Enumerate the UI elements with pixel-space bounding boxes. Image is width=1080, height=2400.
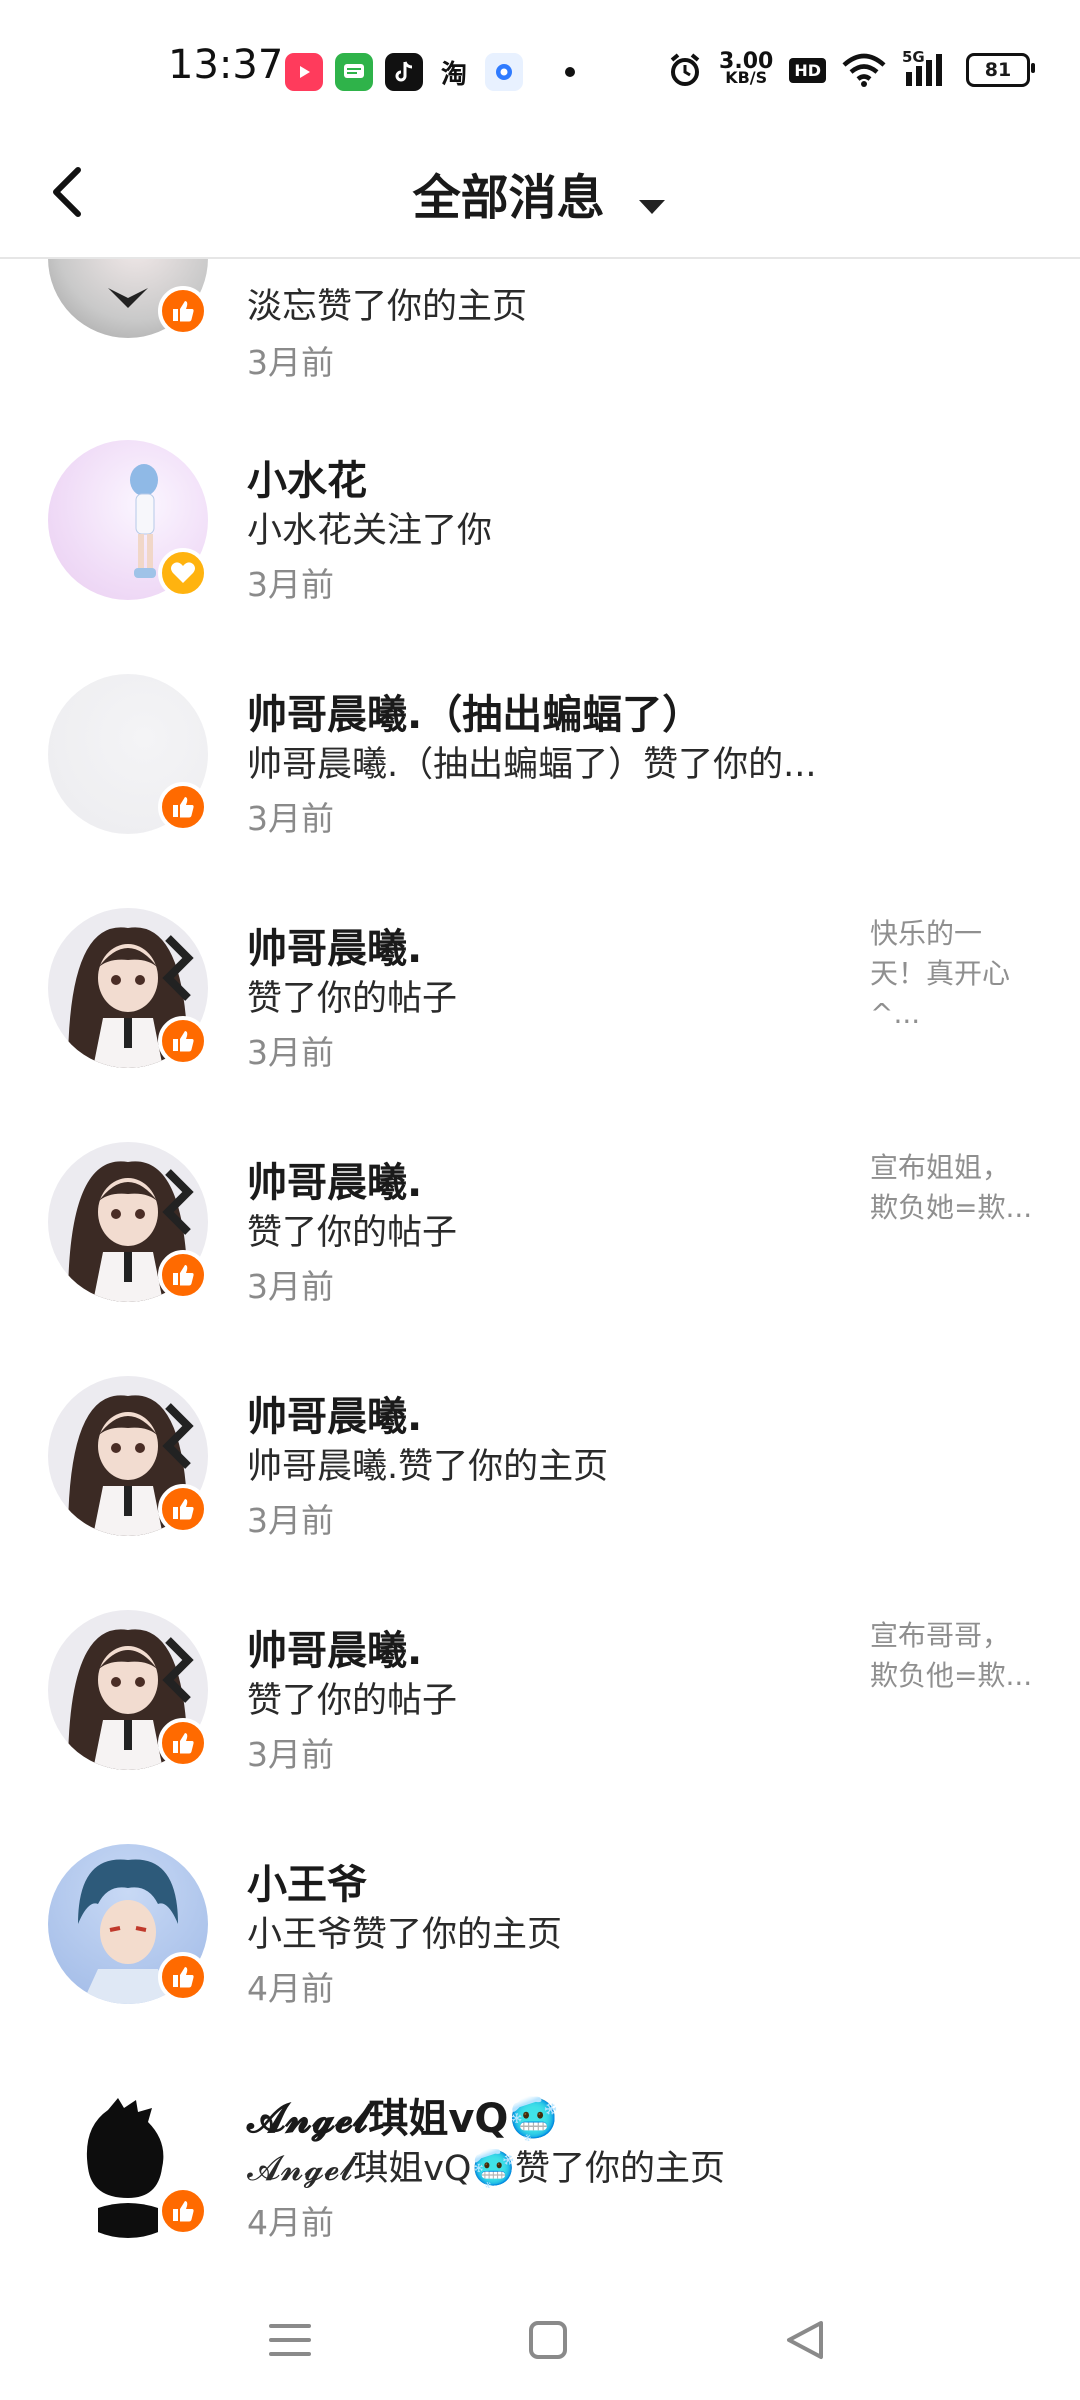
notification-item[interactable]: 小水花 小水花关注了你 3月前 <box>0 440 1080 674</box>
system-nav-bar <box>0 2280 1080 2400</box>
like-badge <box>158 782 208 832</box>
notification-time: 4月前 <box>247 1969 334 2008</box>
notification-time: 3月前 <box>247 343 334 382</box>
tiktok-icon <box>385 53 423 91</box>
like-badge <box>158 1718 208 1768</box>
notification-item[interactable]: 帅哥晨曦. 赞了你的帖子 3月前 宣布姐姐，欺负她=欺... <box>0 1142 1080 1376</box>
thumbs-up-icon <box>173 1031 194 1052</box>
notification-desc: 小王爷赞了你的主页 <box>247 1915 563 1955</box>
notification-item[interactable]: 帅哥晨曦. 赞了你的帖子 3月前 宣布哥哥，欺负他=欺... <box>0 1610 1080 1844</box>
notification-desc: 赞了你的帖子 <box>247 1213 458 1253</box>
youtube-icon <box>285 53 323 91</box>
notification-time: 3月前 <box>247 1735 334 1774</box>
home-button[interactable] <box>513 2305 583 2375</box>
notification-desc: 帅哥晨曦.（抽出蝙蝠了）赞了你的... <box>247 745 817 785</box>
notification-name: 小王爷 <box>247 1862 367 1908</box>
home-icon <box>529 2321 567 2359</box>
messages-icon <box>335 53 373 91</box>
notification-item[interactable]: 小王爷 小王爷赞了你的主页 4月前 <box>0 1844 1080 2078</box>
notification-name: 帅哥晨曦.（抽出蝙蝠了） <box>247 692 703 738</box>
thumbs-up-icon <box>173 2201 194 2222</box>
notification-desc: 小水花关注了你 <box>247 511 493 551</box>
status-time: 13:37 <box>168 42 284 88</box>
notification-time: 3月前 <box>247 799 334 838</box>
signal-icon: 5G <box>902 48 950 90</box>
like-badge <box>158 1250 208 1300</box>
notification-desc: 淡忘赞了你的主页 <box>247 287 528 327</box>
hd-badge: HD <box>789 57 826 83</box>
battery-indicator: 81 <box>966 53 1035 87</box>
thumbs-up-icon <box>173 1499 194 1520</box>
net-speed-unit: KB/S <box>725 68 768 87</box>
like-badge <box>158 1016 208 1066</box>
thumbs-up-icon <box>173 797 194 818</box>
like-badge <box>158 1484 208 1534</box>
taobao-icon: 淘 <box>435 53 473 91</box>
thumbs-up-icon <box>173 301 194 322</box>
filter-dropdown[interactable]: 全部消息 <box>0 158 1080 229</box>
status-bar: 13:37 淘 3.00 KB/S HD 5G 81 <box>0 0 1080 130</box>
header: 全部消息 <box>0 130 1080 259</box>
battery-level: 81 <box>984 59 1012 81</box>
like-badge <box>158 286 208 336</box>
post-preview[interactable]: 宣布姐姐，欺负她=欺... <box>870 1148 1035 1228</box>
notification-desc: 赞了你的帖子 <box>247 979 458 1019</box>
notification-desc: 𝓐𝓷𝓰𝓮𝓵琪姐vQ🥶赞了你的主页 <box>247 2149 726 2189</box>
alarm-icon <box>670 53 700 86</box>
back-nav-button[interactable] <box>770 2305 840 2375</box>
notification-name: 帅哥晨曦. <box>247 1160 423 1206</box>
back-icon <box>787 2321 823 2359</box>
caret-down-icon <box>637 173 667 229</box>
thumbs-up-icon <box>173 1733 194 1754</box>
notification-dot-icon <box>565 67 575 77</box>
notification-desc: 赞了你的帖子 <box>247 1681 458 1721</box>
notification-item[interactable]: 帅哥晨曦. 帅哥晨曦.赞了你的主页 3月前 <box>0 1376 1080 1610</box>
page-title: 全部消息 <box>412 170 605 226</box>
follow-badge <box>158 548 208 598</box>
menu-button[interactable] <box>255 2305 325 2375</box>
taobao-char: 淘 <box>440 59 467 90</box>
net-speed: 3.00 KB/S <box>719 51 773 87</box>
notification-time: 3月前 <box>247 1501 334 1540</box>
status-app-icons: 淘 <box>285 52 575 92</box>
notification-list: 淡忘赞了你的主页 3月前 小水花 小水花关注了你 3月前 帅哥晨曦.（抽出蝙蝠了… <box>0 258 1080 2258</box>
post-preview[interactable]: 快乐的一天！真开心^... <box>870 914 1035 1034</box>
thumbs-up-icon <box>173 1967 194 1988</box>
notification-name: 小水花 <box>247 458 367 504</box>
notification-desc: 帅哥晨曦.赞了你的主页 <box>247 1447 609 1487</box>
heart-icon <box>171 562 195 583</box>
notification-item[interactable]: 淡忘赞了你的主页 3月前 <box>0 258 1080 412</box>
notification-name: 𝓐𝓷𝓰𝓮𝓵琪姐vQ🥶 <box>247 2096 559 2142</box>
browser-icon <box>485 53 523 91</box>
notification-name: 帅哥晨曦. <box>247 1628 423 1674</box>
like-badge <box>158 1952 208 2002</box>
notification-time: 3月前 <box>247 565 334 604</box>
menu-icon <box>269 2324 311 2356</box>
wifi-icon <box>842 53 886 87</box>
notification-item[interactable]: 帅哥晨曦. 赞了你的帖子 3月前 快乐的一天！真开心^... <box>0 908 1080 1142</box>
status-right: 3.00 KB/S HD 5G 81 <box>667 48 1035 92</box>
notification-name: 帅哥晨曦. <box>247 1394 423 1440</box>
notification-item[interactable]: 帅哥晨曦.（抽出蝙蝠了） 帅哥晨曦.（抽出蝙蝠了）赞了你的... 3月前 <box>0 674 1080 908</box>
thumbs-up-icon <box>173 1265 194 1286</box>
notification-name: 帅哥晨曦. <box>247 926 423 972</box>
like-badge <box>158 2186 208 2236</box>
notification-time: 3月前 <box>247 1267 334 1306</box>
notification-time: 4月前 <box>247 2203 334 2242</box>
notification-item[interactable]: 𝓐𝓷𝓰𝓮𝓵琪姐vQ🥶 𝓐𝓷𝓰𝓮𝓵琪姐vQ🥶赞了你的主页 4月前 <box>0 2078 1080 2258</box>
notification-time: 3月前 <box>247 1033 334 1072</box>
post-preview[interactable]: 宣布哥哥，欺负他=欺... <box>870 1616 1035 1696</box>
